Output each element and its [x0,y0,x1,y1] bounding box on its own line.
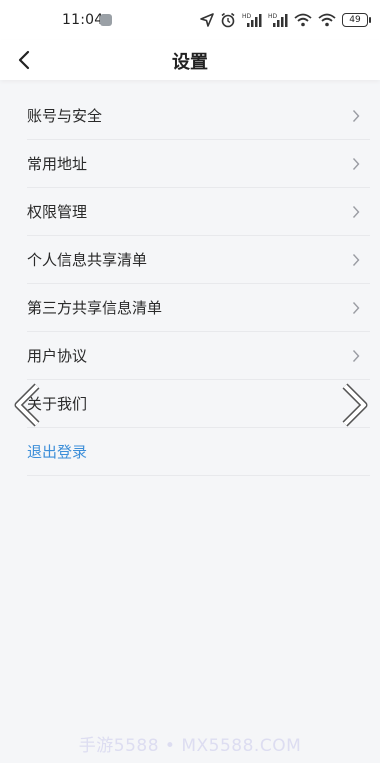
settings-item-label: 用户协议 [27,347,88,365]
header: 设置 [0,40,380,80]
settings-item-user-agreement[interactable]: 用户协议 [27,332,370,380]
settings-item-common-address[interactable]: 常用地址 [27,140,370,188]
settings-item-personal-info-sharing[interactable]: 个人信息共享清单 [27,236,370,284]
wifi-icon [294,13,312,27]
settings-item-third-party-sharing[interactable]: 第三方共享信息清单 [27,284,370,332]
signal-hd-icon: HD [268,13,288,27]
settings-list: 账号与安全 常用地址 权限管理 个人信息共享清单 第三方共享信息清单 用户协议 … [27,92,370,476]
location-icon [200,13,214,27]
battery-level: 49 [349,15,361,25]
settings-item-label: 账号与安全 [27,107,103,125]
notification-app-icon [100,14,112,26]
wifi-icon [318,13,336,27]
signal-hd-icon: HD [242,13,262,27]
settings-item-about-us[interactable]: 关于我们 [27,380,370,428]
settings-item-account-security[interactable]: 账号与安全 [27,92,370,140]
status-bar: 11:04 HD HD 49 [0,0,380,40]
settings-item-label: 权限管理 [27,203,88,221]
battery-icon: 49 [342,13,371,27]
next-arrow-button[interactable] [340,382,370,428]
chevron-right-icon [352,157,360,170]
previous-arrow-button[interactable] [12,382,42,428]
page-title: 设置 [172,52,208,73]
status-icons: HD HD 49 [200,11,371,29]
svg-text:HD: HD [268,13,278,20]
chevron-left-icon [14,383,40,427]
alarm-icon [221,12,235,28]
logout-button[interactable]: 退出登录 [27,428,370,476]
chevron-right-icon [342,383,368,427]
chevron-right-icon [352,349,360,362]
status-time: 11:04 [62,12,104,28]
settings-item-label: 第三方共享信息清单 [27,299,163,317]
logout-label: 退出登录 [27,443,88,461]
settings-item-permissions[interactable]: 权限管理 [27,188,370,236]
settings-item-label: 常用地址 [27,155,88,173]
chevron-right-icon [352,109,360,122]
settings-item-label: 个人信息共享清单 [27,251,148,269]
watermark: 手游5588 • MX5588.COM [78,736,302,756]
chevron-right-icon [352,301,360,314]
chevron-right-icon [352,205,360,218]
chevron-right-icon [352,253,360,266]
svg-text:HD: HD [242,13,252,20]
